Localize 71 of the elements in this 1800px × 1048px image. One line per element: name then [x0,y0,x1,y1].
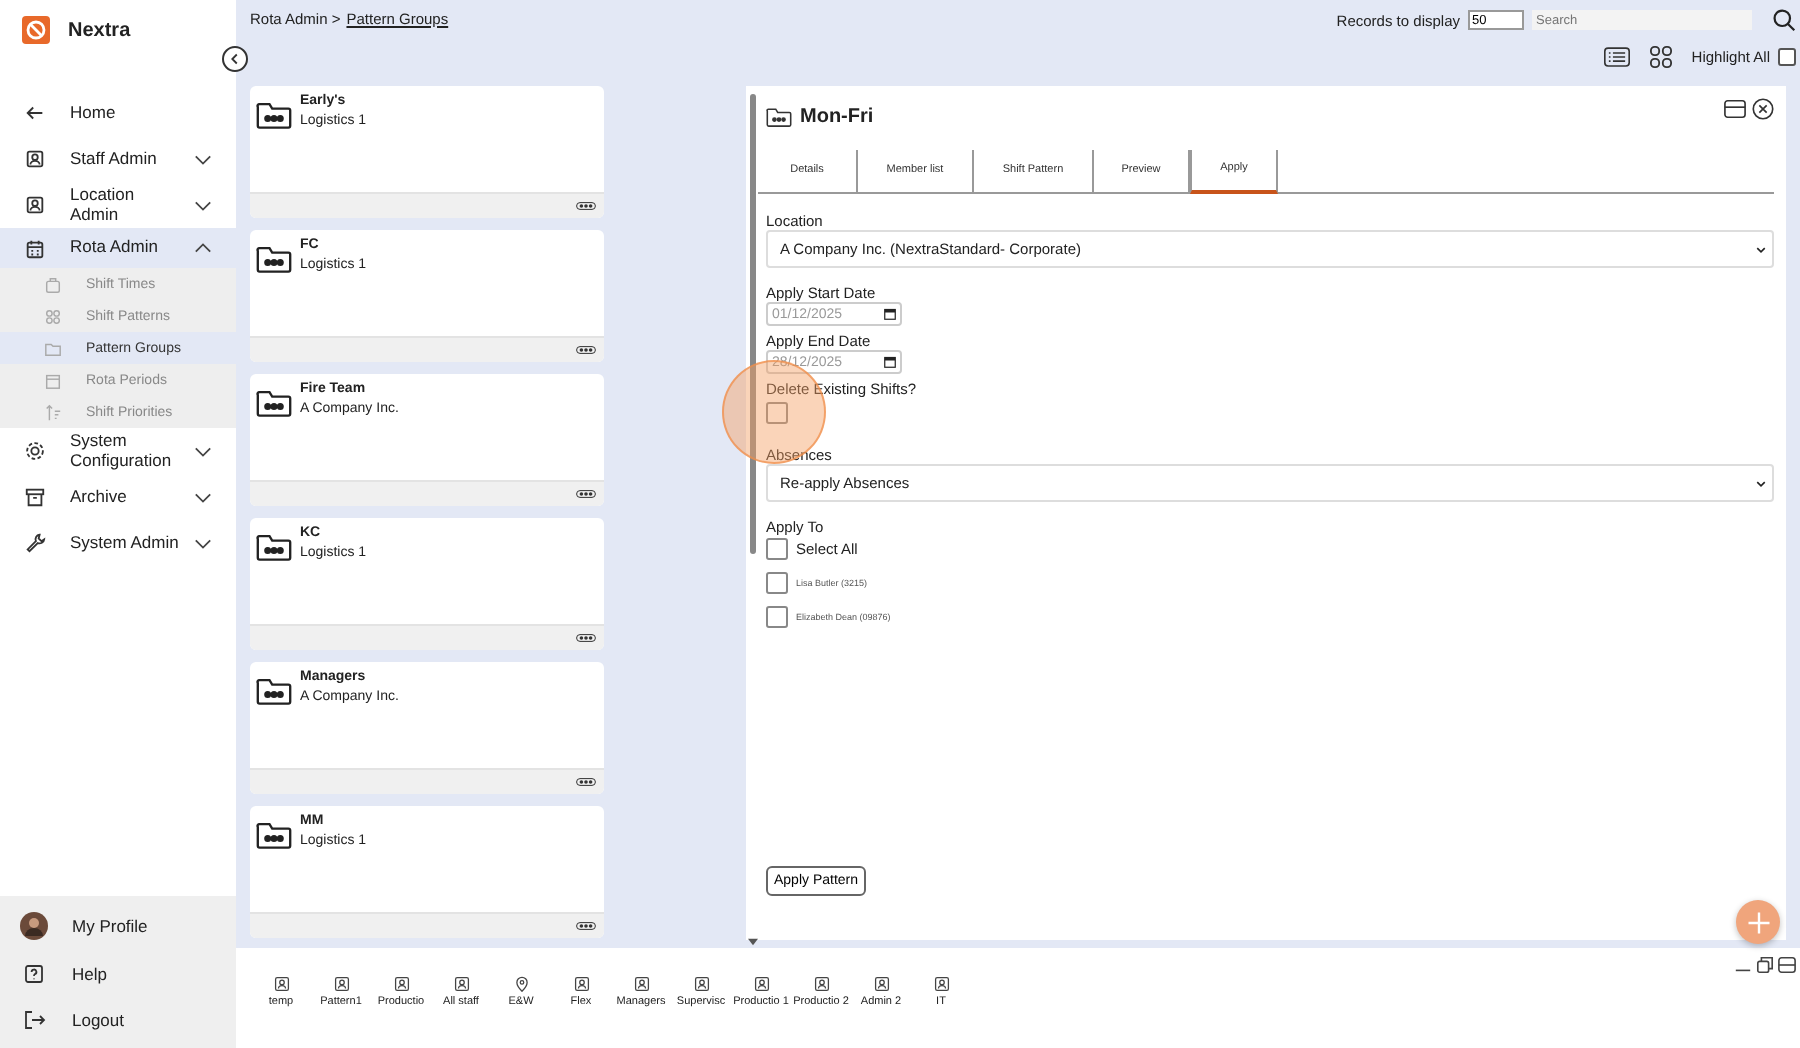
sidebar-item[interactable]: Home [0,90,236,136]
help-icon [22,961,46,986]
list-view-icon[interactable] [1603,46,1630,68]
select-all-checkbox[interactable] [766,538,788,560]
more-icon[interactable] [576,922,596,930]
panel-title: Mon-Fri [800,105,874,127]
person-icon [933,976,949,992]
restore-icon[interactable] [1756,956,1774,974]
settings-icon [24,440,46,462]
folder-icon [256,244,292,274]
calendar-icon [24,237,46,259]
sidebar-item[interactable]: System Configuration [0,428,236,474]
person-icon [333,976,349,992]
search-icon[interactable] [1772,8,1796,32]
back-arrow-icon [24,102,46,124]
more-icon[interactable] [576,634,596,642]
calendar-icon [884,356,896,368]
person-icon [573,976,589,992]
person-icon [693,976,709,992]
person-icon [813,976,829,992]
more-icon[interactable] [576,778,596,786]
person-icon [873,976,889,992]
sidebar-item[interactable]: Rota Admin [0,228,236,268]
scroll-down-arrow-icon[interactable] [748,938,758,946]
grid-icon [44,307,62,325]
sidebar-item[interactable]: System Admin [0,520,236,566]
logout-icon [22,1008,46,1033]
folder-icon [766,105,792,127]
more-icon[interactable] [576,202,596,210]
sidebar-item[interactable]: Location Admin [0,182,236,228]
person-icon [453,976,469,992]
plus-icon [1743,907,1773,937]
folder-icon [256,388,292,418]
bag-icon [44,275,62,293]
person-icon [273,976,289,992]
close-icon[interactable] [1752,98,1774,120]
sidebar-footer-item[interactable]: Logout [0,1008,236,1033]
member-checkbox[interactable] [766,572,788,594]
more-icon[interactable] [576,346,596,354]
calendar-icon [884,308,896,320]
person-icon [24,148,46,170]
folder-icon [256,820,292,850]
wrench-icon [24,532,46,554]
folder-icon [256,532,292,562]
calendar-icon [44,371,62,389]
delete-shifts-checkbox[interactable] [766,402,788,424]
highlight-all-checkbox[interactable] [1778,48,1796,66]
app-name: Nextra [68,19,131,41]
sort-icon [44,403,62,421]
folder-icon [256,100,292,130]
person-icon [753,976,769,992]
archive-box-icon [24,486,46,508]
person-icon [393,976,409,992]
person-icon [24,194,46,216]
location-pin-icon [513,976,529,992]
chevron-down-icon [1756,479,1766,487]
avatar-icon [20,911,48,940]
folder-icon [256,676,292,706]
sidebar-footer-item[interactable]: My Profile [0,911,236,940]
sidebar-item[interactable]: Staff Admin [0,136,236,182]
window-icon[interactable] [1724,98,1746,120]
grid-view-icon[interactable] [1647,46,1674,68]
person-icon [633,976,649,992]
more-icon[interactable] [576,490,596,498]
chevron-down-icon [1756,245,1766,253]
sidebar-item[interactable]: Archive [0,474,236,520]
folder-icon [44,339,62,357]
logo-icon [22,16,50,44]
member-checkbox[interactable] [766,606,788,628]
sidebar-footer-item[interactable]: Help [0,961,236,986]
window-icon[interactable] [1778,956,1796,974]
